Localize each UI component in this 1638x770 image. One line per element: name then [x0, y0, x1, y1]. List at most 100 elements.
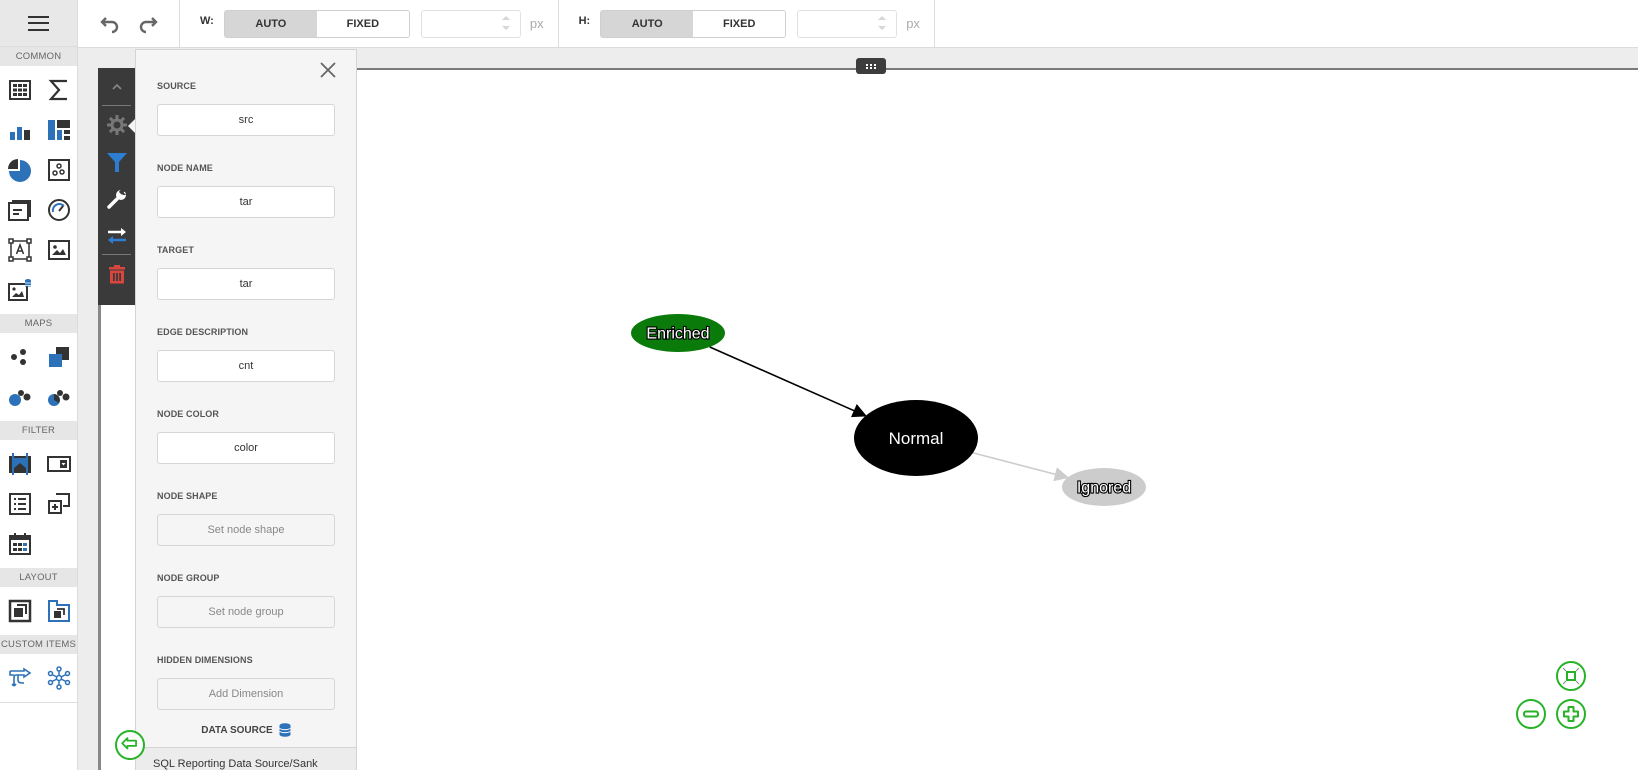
binding-field-node-name: NODE NAME tar: [157, 163, 335, 218]
bubble-map-icon: [9, 390, 31, 406]
zoom-out-icon: [1523, 710, 1539, 718]
toolbox-item-grid[interactable]: [0, 70, 40, 110]
menu-button[interactable]: [0, 0, 77, 47]
width-unit: px: [529, 16, 544, 31]
width-input[interactable]: [420, 9, 521, 38]
section-layout: LAYOUT: [0, 568, 77, 587]
binding-field-node-color: NODE COLOR color: [157, 409, 335, 464]
width-fixed-button[interactable]: FIXED: [316, 10, 409, 37]
height-input[interactable]: [797, 9, 898, 38]
toolbox-item-network-graph[interactable]: [40, 658, 78, 698]
field-label: SOURCE: [157, 81, 197, 91]
binding-panel: SOURCE src NODE NAME tar TARGET tar EDGE DESCR…: [135, 49, 357, 770]
toolbox-item-gauge[interactable]: [40, 190, 78, 230]
sankey-icon: [9, 667, 32, 687]
geo-point-map-icon: [11, 349, 26, 365]
field-label: NODE COLOR: [157, 409, 220, 419]
gauge-icon: [48, 199, 70, 221]
treemap-icon: [48, 120, 70, 140]
toolbox-item-date-filter[interactable]: [0, 524, 40, 564]
field-value-button[interactable]: color: [157, 432, 335, 464]
field-placeholder-button[interactable]: Add Dimension: [157, 678, 335, 710]
collapse-up-icon: [111, 83, 122, 90]
width-spinner[interactable]: [501, 15, 510, 32]
toolbox-item-treemap[interactable]: [40, 110, 78, 150]
width-group: W: AUTO FIXED px: [180, 0, 559, 48]
interactivity-button[interactable]: [98, 143, 135, 180]
height-group: H: AUTO FIXED px: [559, 0, 935, 48]
combo-box-icon: [47, 456, 71, 472]
data-source-row[interactable]: DATA SOURCE: [136, 718, 356, 742]
back-button[interactable]: [115, 730, 145, 760]
undo-redo-group: [78, 0, 180, 48]
height-unit: px: [906, 16, 920, 31]
field-placeholder-button[interactable]: Set node group: [157, 596, 335, 628]
close-icon[interactable]: [318, 60, 338, 80]
node-label: Normal: [889, 429, 944, 448]
toolbox-item-text-box[interactable]: [0, 230, 40, 270]
graph-node-ignored[interactable]: Ignored: [1062, 468, 1146, 506]
toolbox-item-combo-box[interactable]: [40, 444, 78, 484]
toolbox-item-card[interactable]: [40, 70, 78, 110]
toolbox-item-sankey[interactable]: [0, 658, 40, 698]
toolbox-item-group[interactable]: [0, 591, 40, 631]
field-value-button[interactable]: tar: [157, 268, 335, 300]
field-value-button[interactable]: tar: [157, 186, 335, 218]
binding-field-edge-description: EDGE DESCRIPTION cnt: [157, 327, 335, 382]
field-value-button[interactable]: src: [157, 104, 335, 136]
toolbox-item-cards[interactable]: [0, 190, 40, 230]
date-filter-icon: [9, 533, 31, 555]
undo-icon[interactable]: [99, 14, 120, 34]
toolbox-item-chart[interactable]: [0, 110, 40, 150]
convert-button[interactable]: [98, 217, 135, 254]
swap-icon: [107, 227, 126, 244]
redo-icon[interactable]: [138, 14, 158, 34]
toolbox-item-pie[interactable]: [0, 150, 40, 190]
field-label: EDGE DESCRIPTION: [157, 327, 249, 337]
graph-node-enriched[interactable]: Enriched: [631, 314, 725, 352]
node-label: Ignored: [1077, 480, 1131, 497]
toolbox-item-range-filter[interactable]: [0, 444, 40, 484]
toolbox-item-image[interactable]: [40, 230, 78, 270]
panel-pointer: [128, 119, 135, 133]
field-placeholder-button[interactable]: Set node shape: [157, 514, 335, 546]
fit-to-screen-icon: [1562, 667, 1580, 685]
width-auto-button[interactable]: AUTO: [224, 10, 317, 37]
section-custom-items: CUSTOM ITEMS: [0, 635, 77, 654]
filter-items: [0, 440, 77, 568]
data-source-name[interactable]: SQL Reporting Data Source/Sank: [136, 747, 356, 770]
toolbox-item-bound-image[interactable]: [0, 270, 40, 310]
toolbox: COMMON MAPS FILTER LAYOUT CUSTOM ITEMS: [0, 0, 78, 770]
toolbox-item-choropleth-map[interactable]: [40, 337, 78, 377]
field-value-button[interactable]: cnt: [157, 350, 335, 382]
options-button[interactable]: [98, 180, 135, 217]
delete-button[interactable]: [98, 255, 135, 292]
toolbox-item-list-box[interactable]: [0, 484, 40, 524]
toolbox-item-tree-view[interactable]: [40, 484, 78, 524]
hamburger-icon: [28, 15, 49, 31]
width-label: W:: [200, 14, 214, 27]
height-spinner[interactable]: [878, 15, 887, 32]
pie-chart-icon: [8, 159, 31, 182]
height-fixed-button[interactable]: FIXED: [693, 10, 786, 37]
zoom-out-button[interactable]: [1516, 699, 1546, 729]
drag-handle[interactable]: [856, 58, 886, 74]
trash-icon: [108, 264, 125, 283]
toolbox-item-geo-point-map[interactable]: [0, 337, 40, 377]
wrench-icon: [106, 187, 126, 209]
binding-field-target: TARGET tar: [157, 245, 335, 300]
toolbox-item-pie-map[interactable]: [40, 377, 78, 417]
collapse-button[interactable]: [98, 68, 135, 105]
height-auto-button[interactable]: AUTO: [601, 10, 694, 37]
choropleth-map-icon: [49, 347, 69, 367]
toolbox-item-scatter[interactable]: [40, 150, 78, 190]
toolbox-item-tab-container[interactable]: [40, 591, 78, 631]
group-icon: [8, 599, 32, 623]
top-toolbar: W: AUTO FIXED px H: AUTO FIXED px: [78, 0, 1638, 48]
tab-container-icon: [48, 600, 70, 622]
toolbox-item-bubble-map[interactable]: [0, 377, 40, 417]
zoom-in-button[interactable]: [1556, 699, 1586, 729]
graph-node-normal[interactable]: Normal: [854, 400, 978, 476]
fit-to-screen-button[interactable]: [1556, 661, 1586, 691]
sum-icon: [48, 79, 67, 101]
